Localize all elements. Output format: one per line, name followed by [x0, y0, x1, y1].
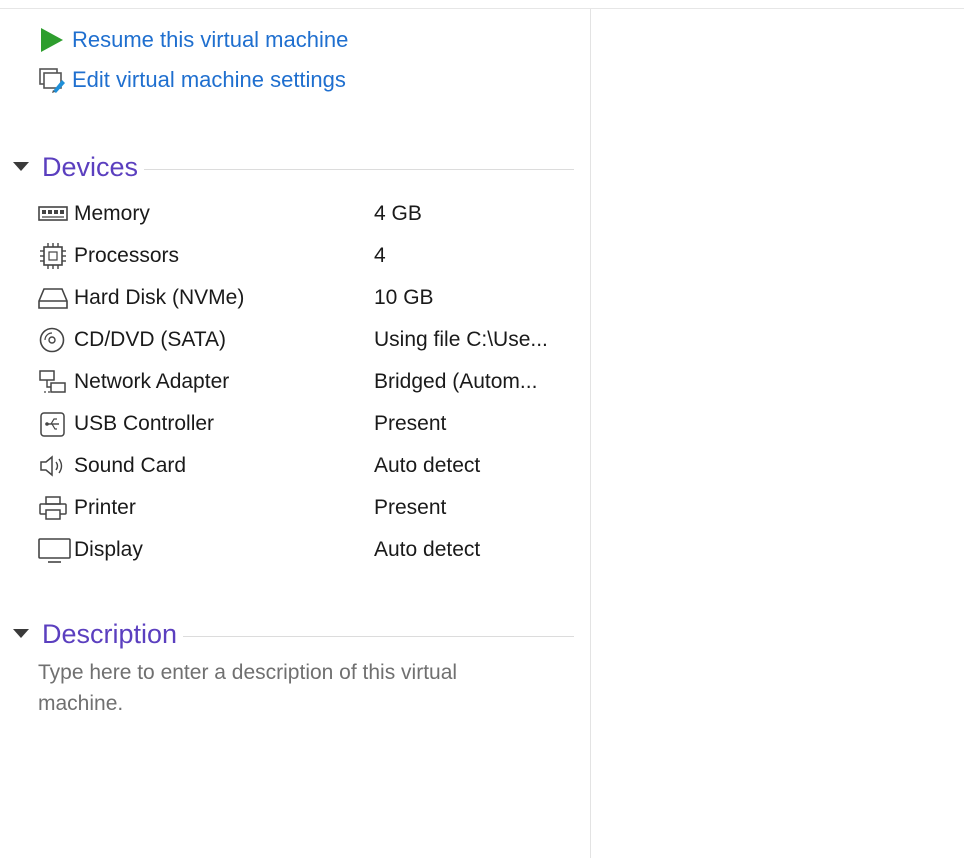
hard-disk-icon — [38, 283, 74, 313]
resume-vm-command[interactable]: Resume this virtual machine — [38, 24, 348, 56]
device-row-sound-card[interactable]: Sound Card Auto detect — [38, 445, 578, 487]
cd-dvd-icon — [38, 325, 74, 355]
device-row-cd-dvd[interactable]: CD/DVD (SATA) Using file C:\Use... — [38, 319, 578, 361]
device-value: Auto detect — [374, 538, 481, 561]
device-list: Memory 4 GB Processors 4 Hard Disk (NVMe… — [38, 193, 578, 571]
processor-icon — [38, 241, 74, 271]
section-rule — [144, 168, 574, 170]
device-row-printer[interactable]: Printer Present — [38, 487, 578, 529]
device-row-display[interactable]: Display Auto detect — [38, 529, 578, 571]
display-icon — [38, 535, 74, 565]
description-section-header[interactable]: Description — [10, 616, 574, 652]
play-icon — [38, 26, 72, 54]
edit-settings-icon — [38, 66, 72, 94]
device-value: 4 GB — [374, 202, 422, 225]
edit-vm-settings-command[interactable]: Edit virtual machine settings — [38, 64, 346, 96]
device-row-processors[interactable]: Processors 4 — [38, 235, 578, 277]
device-row-network-adapter[interactable]: Network Adapter Bridged (Autom... — [38, 361, 578, 403]
description-section-title: Description — [42, 618, 178, 649]
device-row-usb-controller[interactable]: USB Controller Present — [38, 403, 578, 445]
device-value: 4 — [374, 244, 386, 267]
network-adapter-icon — [38, 367, 74, 397]
speaker-icon — [38, 451, 74, 481]
edit-vm-settings-label: Edit virtual machine settings — [72, 67, 346, 92]
section-rule — [183, 635, 574, 637]
device-value: Present — [374, 412, 447, 435]
device-name: Printer — [74, 496, 136, 519]
collapse-chevron-icon — [10, 623, 32, 645]
description-input[interactable]: Type here to enter a description of this… — [38, 657, 538, 719]
device-value: Using file C:\Use... — [374, 328, 548, 351]
devices-section-title: Devices — [42, 151, 139, 182]
resume-vm-label: Resume this virtual machine — [72, 27, 349, 52]
device-name: Processors — [74, 244, 180, 267]
printer-icon — [38, 493, 74, 523]
device-value: Present — [374, 496, 447, 519]
pane-divider[interactable] — [590, 9, 591, 858]
devices-section-header[interactable]: Devices — [10, 149, 574, 185]
device-value: Auto detect — [374, 454, 481, 477]
memory-icon — [38, 199, 74, 229]
device-value: Bridged (Autom... — [374, 370, 538, 393]
collapse-chevron-icon — [10, 156, 32, 178]
device-row-hard-disk[interactable]: Hard Disk (NVMe) 10 GB — [38, 277, 578, 319]
usb-icon — [38, 409, 74, 439]
device-name: USB Controller — [74, 412, 215, 435]
device-name: Display — [74, 538, 143, 561]
device-name: Hard Disk (NVMe) — [74, 286, 245, 309]
device-name: Sound Card — [74, 454, 187, 477]
device-name: CD/DVD (SATA) — [74, 328, 227, 351]
device-value: 10 GB — [374, 286, 434, 309]
vm-summary-pane: Resume this virtual machine Edit virtual… — [0, 9, 590, 858]
device-name: Network Adapter — [74, 370, 230, 393]
device-row-memory[interactable]: Memory 4 GB — [38, 193, 578, 235]
device-name: Memory — [74, 202, 150, 225]
